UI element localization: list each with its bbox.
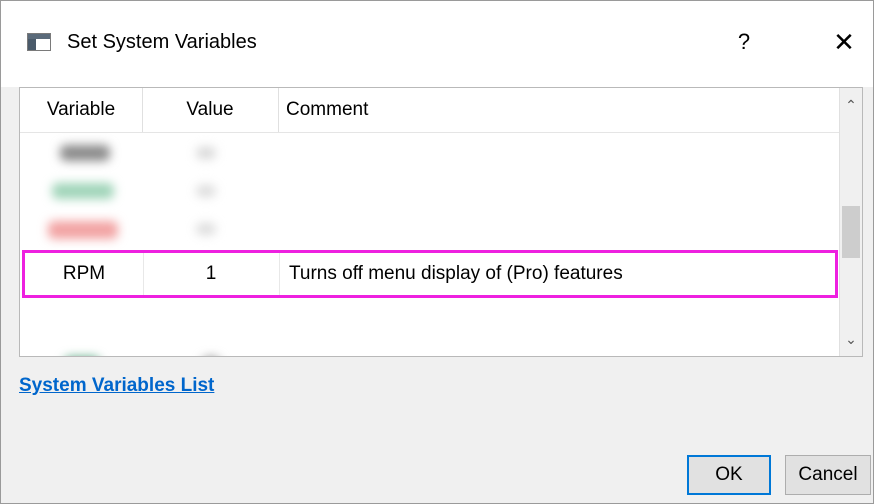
table-row-blurred[interactable] — [20, 213, 840, 247]
cell-variable: RPM — [25, 253, 144, 295]
column-header-value[interactable]: Value — [142, 88, 279, 132]
scroll-up-icon[interactable]: ⌃ — [840, 88, 862, 122]
variables-table: Variable Value Comment RPM 1 Turns off m… — [19, 87, 863, 357]
table-row-blurred[interactable] — [20, 351, 840, 356]
scroll-thumb[interactable] — [842, 206, 860, 258]
blurred-cell — [196, 185, 216, 197]
blurred-cell — [196, 223, 216, 235]
cell-comment: Turns off menu display of (Pro) features — [289, 263, 623, 284]
cell-value[interactable]: 1 — [143, 253, 280, 295]
app-window-icon — [27, 33, 51, 51]
column-header-comment[interactable]: Comment — [278, 88, 838, 132]
dialog-window: Set System Variables ? ✕ Variable Value … — [0, 0, 874, 504]
system-variables-list-link[interactable]: System Variables List — [19, 375, 214, 397]
blurred-cell — [196, 147, 216, 159]
table-row-blurred[interactable] — [20, 137, 840, 171]
window-title: Set System Variables — [67, 31, 257, 53]
column-header-variable[interactable]: Variable — [20, 88, 143, 132]
cancel-button[interactable]: Cancel — [785, 455, 871, 495]
blurred-cell — [48, 221, 118, 239]
table-header: Variable Value Comment — [20, 88, 840, 133]
table-row-blurred[interactable] — [20, 175, 840, 209]
blurred-cell — [60, 145, 110, 161]
vertical-scrollbar[interactable]: ⌃ ⌄ — [839, 88, 862, 356]
table-row-highlighted[interactable]: RPM 1 Turns off menu display of (Pro) fe… — [22, 250, 838, 298]
help-button[interactable]: ? — [729, 27, 759, 57]
title-bar: Set System Variables ? ✕ — [1, 1, 873, 87]
scroll-down-icon[interactable]: ⌄ — [840, 322, 862, 356]
blurred-cell — [52, 183, 114, 199]
ok-button[interactable]: OK — [687, 455, 771, 495]
close-button[interactable]: ✕ — [829, 27, 859, 57]
